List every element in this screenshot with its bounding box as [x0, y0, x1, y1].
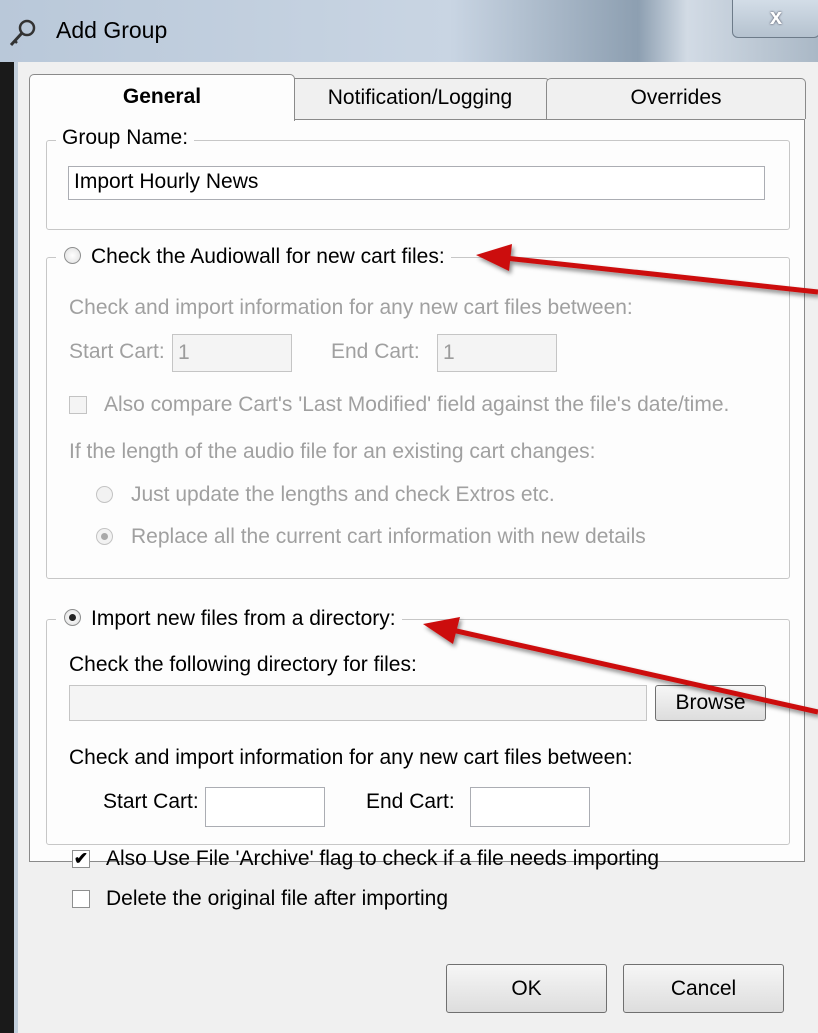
cancel-button[interactable]: Cancel: [623, 964, 784, 1013]
tab-overrides[interactable]: Overrides: [546, 78, 806, 119]
audiowall-radio[interactable]: [64, 247, 81, 264]
directory-end-label: End Cart:: [366, 790, 455, 813]
key-icon: [8, 18, 38, 48]
directory-start-input[interactable]: [205, 787, 325, 827]
update-lengths-label: Just update the lengths and check Extros…: [131, 483, 555, 506]
directory-check-text: Check the following directory for files:: [69, 653, 417, 676]
group-name-input[interactable]: Import Hourly News: [68, 166, 765, 200]
archive-label: Also Use File 'Archive' flag to check if…: [106, 847, 660, 870]
compare-checkbox[interactable]: [69, 396, 87, 414]
tab-notification-logging[interactable]: Notification/Logging: [290, 78, 550, 119]
window-frame-left: [0, 62, 14, 1033]
window-frame-border: [14, 62, 18, 1033]
directory-start-label: Start Cart:: [103, 790, 199, 813]
directory-radio-label: Import new files from a directory:: [91, 607, 396, 630]
directory-end-input[interactable]: [470, 787, 590, 827]
close-button[interactable]: x: [732, 0, 818, 38]
audiowall-end-label: End Cart:: [331, 340, 420, 363]
group-name-legend: Group Name:: [56, 126, 195, 150]
directory-radio[interactable]: [64, 609, 81, 626]
tab-general[interactable]: General: [29, 74, 295, 121]
browse-button[interactable]: Browse: [655, 685, 766, 721]
replace-all-label: Replace all the current cart information…: [131, 525, 646, 548]
audiowall-radio-label: Check the Audiowall for new cart files:: [91, 245, 445, 268]
audiowall-start-input[interactable]: 1: [172, 334, 292, 372]
audiowall-start-label: Start Cart:: [69, 340, 165, 363]
length-text: If the length of the audio file for an e…: [69, 440, 596, 463]
delete-label: Delete the original file after importing: [106, 887, 449, 910]
directory-legend: Import new files from a directory:: [56, 607, 402, 631]
audiowall-legend: Check the Audiowall for new cart files:: [56, 245, 451, 269]
window-title: Add Group: [56, 17, 168, 43]
audiowall-range-text: Check and import information for any new…: [69, 296, 633, 319]
compare-label: Also compare Cart's 'Last Modified' fiel…: [104, 393, 730, 416]
replace-all-radio[interactable]: [96, 528, 113, 545]
directory-path-input[interactable]: [69, 685, 647, 721]
ok-button[interactable]: OK: [446, 964, 607, 1013]
replace-all-radio-dot: [101, 533, 108, 540]
directory-range-text: Check and import information for any new…: [69, 746, 633, 769]
audiowall-end-input[interactable]: 1: [437, 334, 557, 372]
delete-checkbox[interactable]: [72, 890, 90, 908]
archive-checkbox[interactable]: ✔: [72, 850, 90, 868]
update-lengths-radio[interactable]: [96, 486, 113, 503]
directory-radio-dot: [69, 614, 76, 621]
